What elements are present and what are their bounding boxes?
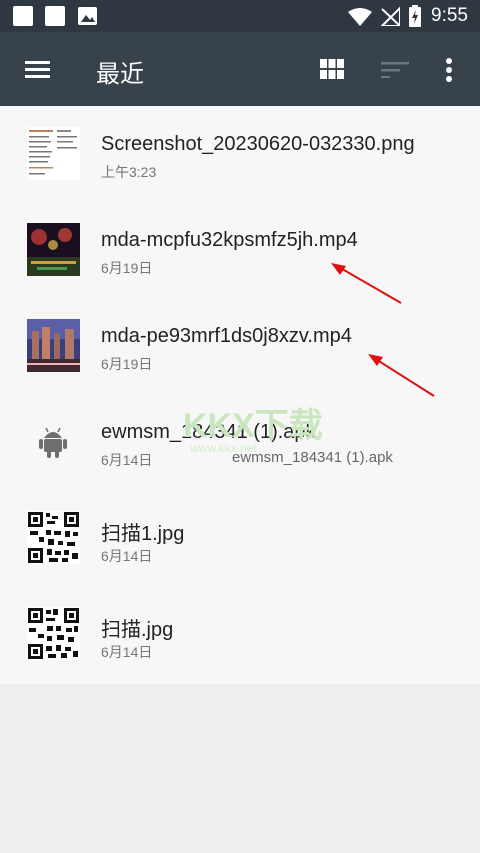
- image-notification-icon: [78, 7, 97, 25]
- no-signal-icon: [380, 6, 400, 26]
- notification-icon: [13, 6, 33, 26]
- notification-icon: [45, 6, 65, 26]
- qr-code-thumbnail: [27, 511, 80, 564]
- file-date: 6月14日: [101, 452, 153, 468]
- file-name: Screenshot_20230620-032330.png: [101, 133, 415, 155]
- file-row[interactable]: 扫描.jpg 6月14日: [0, 586, 480, 682]
- sort-icon[interactable]: [381, 62, 409, 78]
- android-icon: [39, 427, 67, 458]
- screenshot-thumbnail: [27, 127, 80, 180]
- file-row[interactable]: mda-mcpfu32kpsmfz5jh.mp4 6月19日: [0, 202, 480, 298]
- file-name: mda-pe93mrf1ds0j8xzv.mp4: [101, 325, 352, 347]
- watermark-filename: ewmsm_184341 (1).apk: [232, 449, 393, 466]
- qr-code-thumbnail: [27, 607, 80, 660]
- file-name: 扫描1.jpg: [101, 523, 185, 545]
- file-name: mda-mcpfu32kpsmfz5jh.mp4: [101, 229, 358, 251]
- file-date: 6月19日: [101, 356, 153, 372]
- file-name: 扫描.jpg: [101, 619, 174, 641]
- more-vert-icon[interactable]: [445, 58, 453, 82]
- grid-view-icon[interactable]: [320, 59, 344, 79]
- wifi-icon: [348, 8, 372, 26]
- app-toolbar: 最近: [0, 32, 480, 106]
- page-title: 最近: [96, 61, 144, 88]
- file-row[interactable]: mda-pe93mrf1ds0j8xzv.mp4 6月19日: [0, 298, 480, 394]
- video-thumbnail-city: [27, 319, 80, 372]
- watermark-logo: KKX下载: [183, 407, 323, 445]
- recent-files-list: Screenshot_20230620-032330.png 上午3:23 md…: [0, 106, 480, 684]
- file-row[interactable]: 扫描1.jpg 6月14日: [0, 490, 480, 586]
- empty-area: [0, 684, 480, 853]
- file-row[interactable]: Screenshot_20230620-032330.png 上午3:23: [0, 106, 480, 202]
- file-date: 6月14日: [101, 548, 153, 564]
- file-date: 上午3:23: [101, 164, 157, 180]
- battery-charging-icon: [409, 5, 421, 27]
- clock: 9:55: [431, 5, 468, 26]
- menu-icon[interactable]: [25, 61, 50, 79]
- video-thumbnail-fireworks: [27, 223, 80, 276]
- status-bar: 9:55: [0, 0, 480, 32]
- file-date: 6月19日: [101, 260, 153, 276]
- file-date: 6月14日: [101, 644, 153, 660]
